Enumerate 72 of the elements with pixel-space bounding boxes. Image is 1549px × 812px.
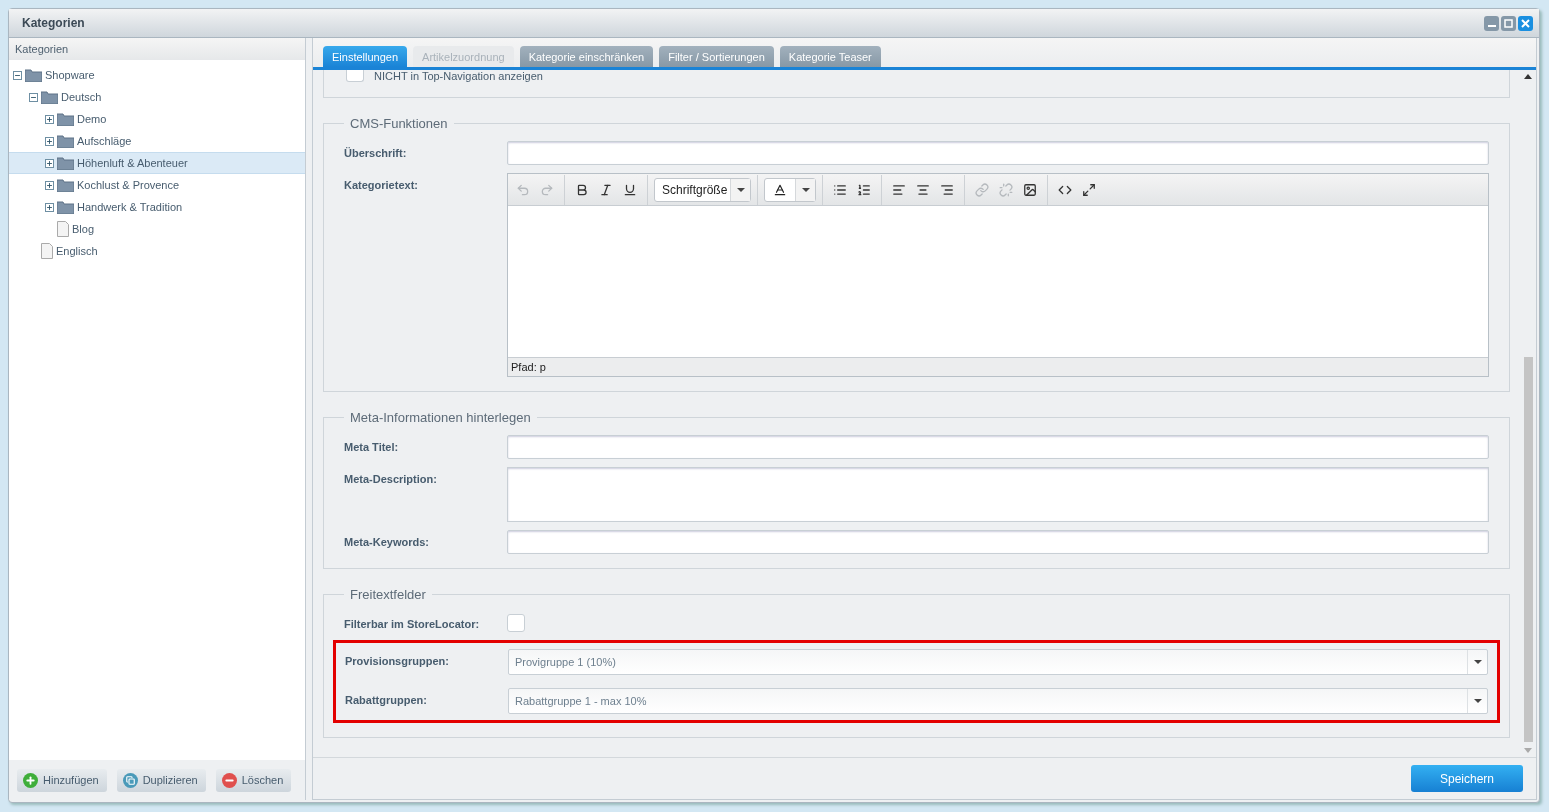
- tree-label: Handwerk & Tradition: [77, 201, 183, 213]
- checkbox[interactable]: [507, 614, 525, 632]
- folder-icon: [41, 90, 58, 104]
- input-field[interactable]: [507, 530, 1489, 554]
- add-button[interactable]: Hinzufügen: [17, 768, 107, 792]
- field-label: Überschrift:: [344, 146, 408, 159]
- close-button[interactable]: [1518, 15, 1533, 31]
- collapse-icon[interactable]: [29, 92, 38, 102]
- tree-item[interactable]: Shopware: [9, 64, 305, 86]
- expand-icon[interactable]: [45, 180, 54, 190]
- tree-item[interactable]: Aufschläge: [9, 130, 305, 152]
- delete-icon: [221, 772, 237, 788]
- tree-item[interactable]: Demo: [9, 108, 305, 130]
- expand-icon[interactable]: [45, 136, 54, 146]
- option-label: NICHT in Top-Navigation anzeigen: [374, 70, 543, 82]
- field-label: Meta Titel:: [344, 440, 400, 453]
- copy-icon: [122, 772, 138, 788]
- expand-icon[interactable]: [45, 202, 54, 212]
- collapse-icon[interactable]: [13, 70, 22, 80]
- tree-label: Shopware: [45, 69, 95, 81]
- font-size-select[interactable]: Schriftgröße: [654, 177, 751, 202]
- minimize-button[interactable]: [1484, 15, 1499, 31]
- tree-item[interactable]: Deutsch: [9, 86, 305, 108]
- tree-label: Blog: [72, 223, 95, 235]
- tab[interactable]: Einstellungen: [323, 46, 408, 67]
- font-color-select[interactable]: [764, 177, 816, 202]
- tree-label: Englisch: [56, 245, 98, 257]
- minimize-icon: [1487, 25, 1496, 27]
- folder-icon: [57, 156, 74, 170]
- tree-label: Höhenluft & Abenteuer: [77, 157, 188, 169]
- expand-icon[interactable]: [45, 114, 54, 124]
- input-field[interactable]: [507, 141, 1489, 165]
- field-label: Filterbar im StoreLocator:: [344, 617, 481, 630]
- delete-button[interactable]: Löschen: [215, 768, 292, 792]
- tree-item[interactable]: Handwerk & Tradition: [9, 196, 305, 218]
- tree-item[interactable]: Blog: [9, 218, 305, 240]
- save-button[interactable]: Speichern: [1411, 765, 1523, 792]
- folder-icon: [57, 178, 74, 192]
- field-label: Meta-Description:: [344, 472, 438, 485]
- tree-label: Aufschläge: [77, 135, 132, 147]
- tree-label: Kochlust & Provence: [77, 179, 180, 191]
- dropdown[interactable]: Rabattgruppe 1 - max 10%: [508, 688, 1488, 714]
- folder-icon: [57, 200, 74, 214]
- fieldset-legend: CMS-Funktionen: [344, 116, 454, 131]
- field-label: Meta-Keywords:: [344, 535, 430, 548]
- folder-icon: [25, 68, 42, 82]
- input-field[interactable]: [507, 435, 1489, 459]
- expand-icon[interactable]: [45, 158, 54, 168]
- tree-label: Demo: [77, 113, 107, 125]
- editor-path: Pfad: p: [508, 357, 1488, 376]
- field-label: Kategorietext:: [344, 178, 419, 191]
- folder-icon: [57, 134, 74, 148]
- tree-label: Deutsch: [61, 91, 102, 103]
- tree-item[interactable]: Englisch: [9, 240, 305, 262]
- fieldset-legend: Freitextfelder: [344, 587, 432, 602]
- folder-icon: [57, 112, 74, 126]
- copy-button[interactable]: Duplizieren: [116, 768, 206, 792]
- dropdown[interactable]: Provigruppe 1 (10%): [508, 649, 1488, 675]
- fieldset-legend: Meta-Informationen hinterlegen: [344, 410, 537, 425]
- text-color-icon: [773, 182, 787, 197]
- tree-item[interactable]: Höhenluft & Abenteuer: [9, 152, 305, 174]
- window-title: Kategorien: [22, 16, 85, 30]
- close-icon: [1521, 18, 1530, 28]
- tree-item[interactable]: Kochlust & Provence: [9, 174, 305, 196]
- add-icon: [23, 772, 38, 788]
- maximize-icon: [1504, 18, 1513, 28]
- field-label: Provisionsgruppen:: [345, 654, 450, 667]
- field-label: Rabattgruppen:: [345, 693, 428, 706]
- document-icon: [57, 221, 69, 237]
- checkbox[interactable]: [346, 70, 364, 82]
- sidebar-title: Kategorien: [9, 38, 305, 60]
- document-icon: [41, 243, 53, 259]
